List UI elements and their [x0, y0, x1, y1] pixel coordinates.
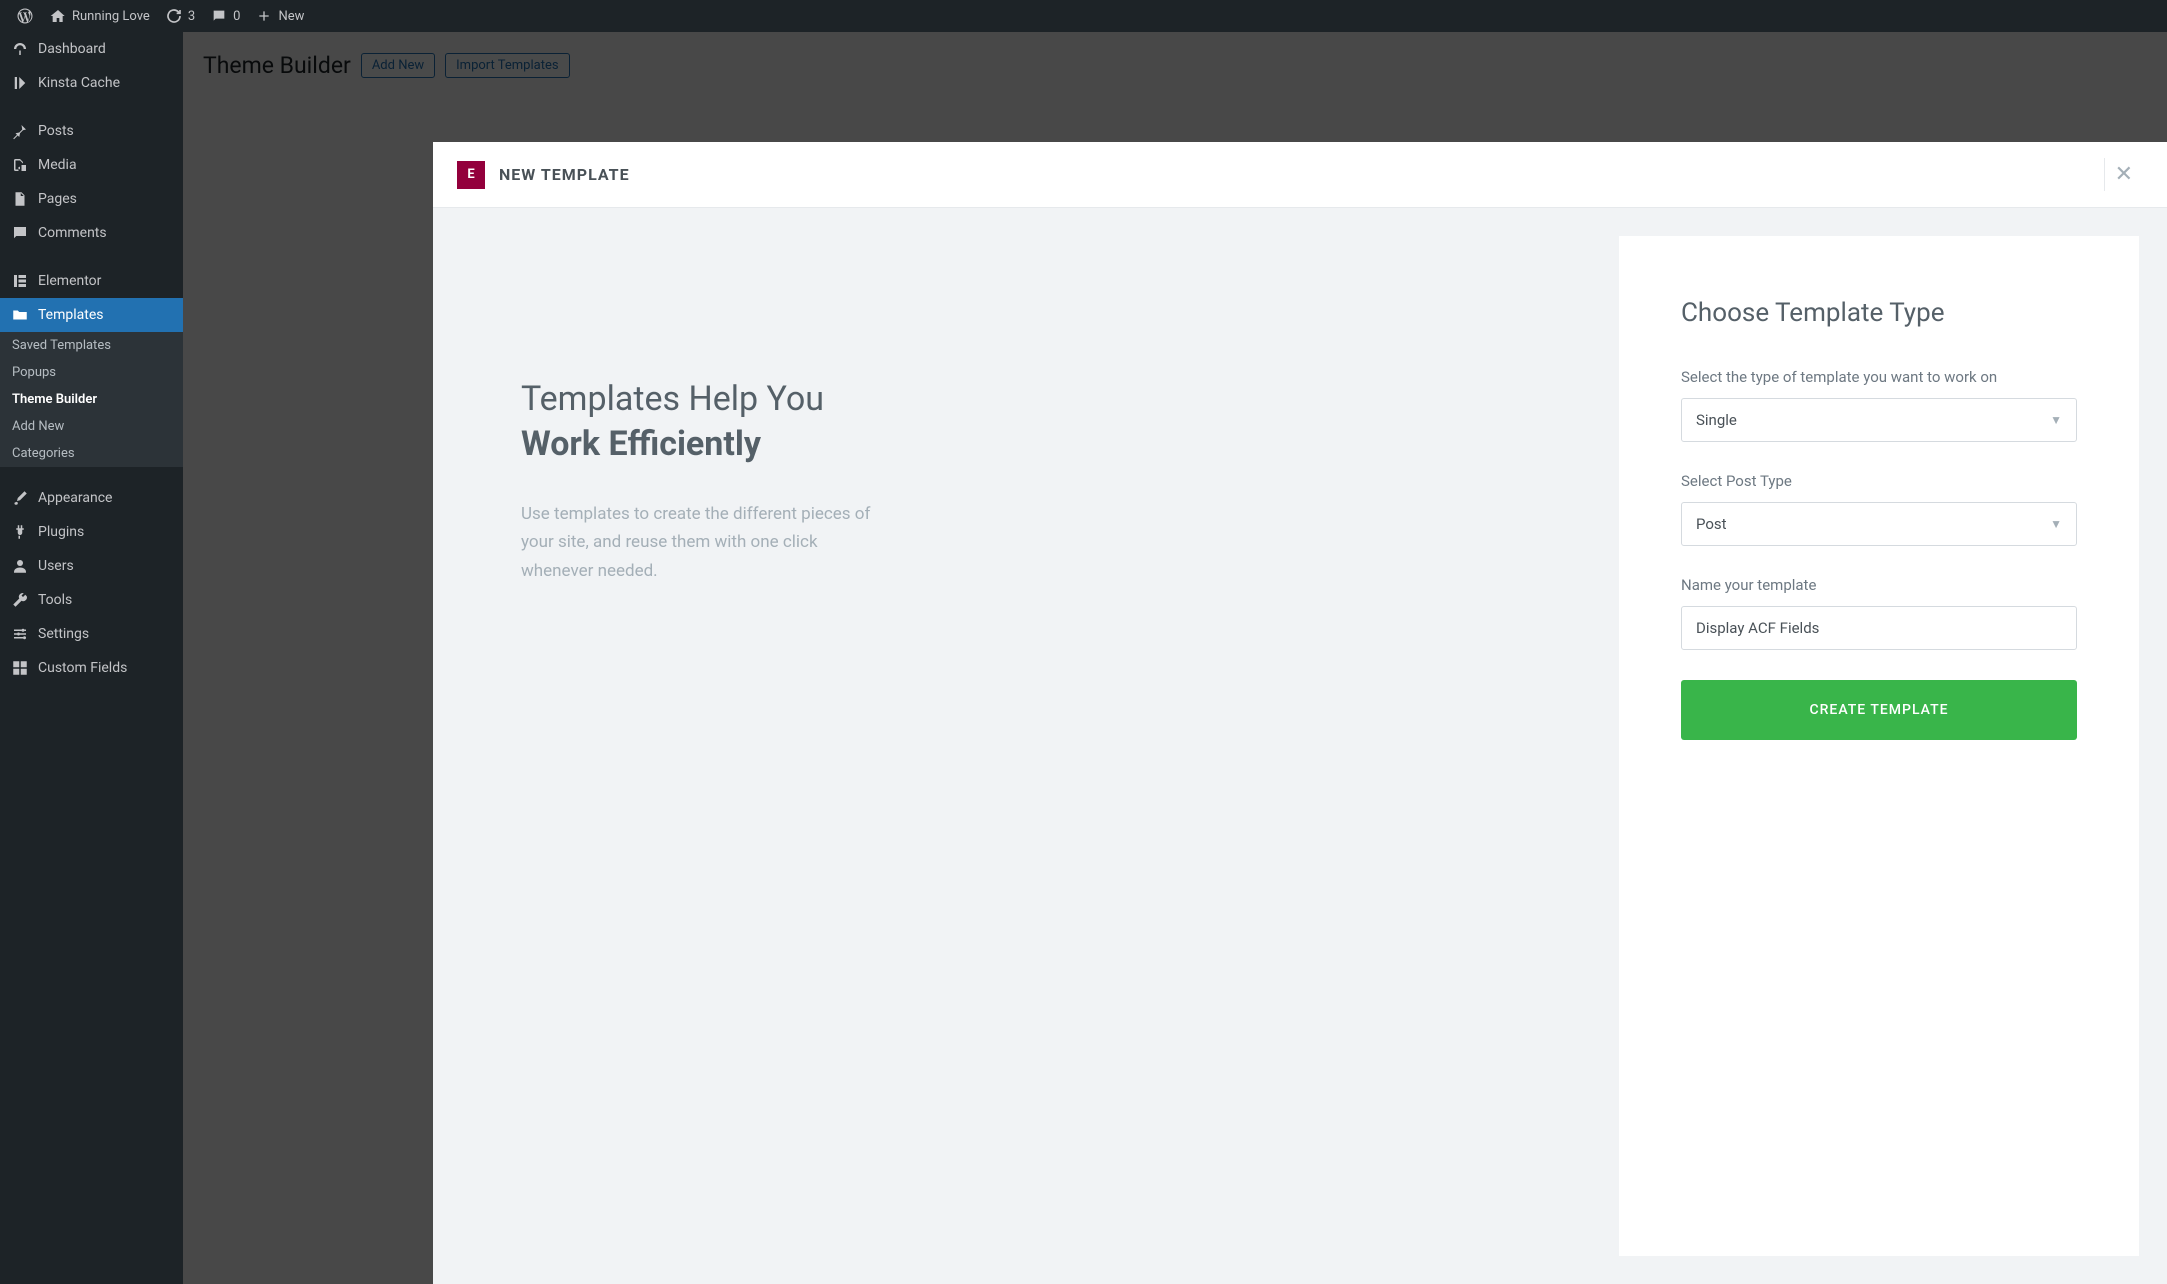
template-type-label: Select the type of template you want to … — [1681, 368, 2077, 386]
sidebar-item-templates[interactable]: Templates — [0, 298, 183, 332]
site-name-label: Running Love — [72, 9, 150, 24]
sidebar-item-appearance[interactable]: Appearance — [0, 481, 183, 515]
post-type-label: Select Post Type — [1681, 472, 2077, 490]
new-label: New — [278, 9, 304, 24]
subitem-add-new[interactable]: Add New — [0, 413, 183, 440]
chevron-down-icon: ▼ — [2050, 517, 2062, 531]
wrench-icon — [10, 591, 30, 609]
sidebar-item-label: Appearance — [38, 490, 112, 506]
site-name-link[interactable]: Running Love — [42, 0, 158, 32]
post-type-select[interactable]: Post ▼ — [1681, 502, 2077, 546]
sliders-icon — [10, 625, 30, 643]
close-button[interactable]: ✕ — [2104, 158, 2143, 191]
modal-title: NEW TEMPLATE — [499, 165, 630, 184]
plug-icon — [10, 523, 30, 541]
plus-icon — [256, 8, 272, 24]
new-template-modal: E NEW TEMPLATE ✕ Templates Help You Work… — [433, 142, 2167, 1284]
sidebar-item-tools[interactable]: Tools — [0, 583, 183, 617]
template-form: Choose Template Type Select the type of … — [1619, 236, 2139, 1256]
sidebar-item-label: Comments — [38, 225, 107, 241]
wordpress-icon — [16, 7, 34, 25]
sidebar-item-label: Templates — [38, 307, 104, 323]
help-title-line2: Work Efficiently — [521, 424, 1519, 464]
sidebar-item-users[interactable]: Users — [0, 549, 183, 583]
sidebar-item-label: Posts — [38, 123, 74, 139]
template-name-label: Name your template — [1681, 576, 2077, 594]
elementor-icon — [10, 272, 30, 290]
sidebar-item-pages[interactable]: Pages — [0, 182, 183, 216]
subitem-popups[interactable]: Popups — [0, 359, 183, 386]
kinsta-icon — [10, 74, 30, 92]
modal-header: E NEW TEMPLATE ✕ — [433, 142, 2167, 208]
modal-help-pane: Templates Help You Work Efficiently Use … — [461, 236, 1579, 1256]
content-area: Theme Builder Add New Import Templates E… — [183, 32, 2167, 1284]
template-name-input[interactable]: Display ACF Fields — [1681, 606, 2077, 650]
help-title-line1: Templates Help You — [521, 376, 1519, 424]
sidebar-item-media[interactable]: Media — [0, 148, 183, 182]
post-type-value: Post — [1696, 515, 1727, 533]
sidebar-item-kinsta[interactable]: Kinsta Cache — [0, 66, 183, 100]
comment-icon — [211, 8, 227, 24]
dashboard-icon — [10, 40, 30, 58]
sidebar-item-label: Pages — [38, 191, 77, 207]
sidebar-item-plugins[interactable]: Plugins — [0, 515, 183, 549]
sidebar-item-label: Plugins — [38, 524, 84, 540]
subitem-categories[interactable]: Categories — [0, 440, 183, 467]
template-type-select[interactable]: Single ▼ — [1681, 398, 2077, 442]
wp-logo[interactable] — [8, 0, 42, 32]
refresh-icon — [166, 8, 182, 24]
sidebar-item-label: Media — [38, 157, 77, 173]
sidebar-item-dashboard[interactable]: Dashboard — [0, 32, 183, 66]
user-icon — [10, 557, 30, 575]
elementor-logo-icon: E — [457, 161, 485, 189]
close-icon: ✕ — [2115, 162, 2133, 187]
subitem-saved-templates[interactable]: Saved Templates — [0, 332, 183, 359]
subitem-theme-builder[interactable]: Theme Builder — [0, 386, 183, 413]
help-description: Use templates to create the different pi… — [521, 500, 871, 587]
form-heading: Choose Template Type — [1681, 298, 2077, 328]
sidebar-item-label: Tools — [38, 592, 72, 608]
sidebar-item-label: Kinsta Cache — [38, 75, 120, 91]
sidebar-item-label: Custom Fields — [38, 660, 127, 676]
sidebar-item-settings[interactable]: Settings — [0, 617, 183, 651]
template-type-value: Single — [1696, 411, 1737, 429]
sidebar-item-posts[interactable]: Posts — [0, 114, 183, 148]
updates-link[interactable]: 3 — [158, 0, 203, 32]
chevron-down-icon: ▼ — [2050, 413, 2062, 427]
sidebar-item-custom-fields[interactable]: Custom Fields — [0, 651, 183, 685]
sidebar-item-label: Settings — [38, 626, 89, 642]
updates-count: 3 — [188, 9, 195, 24]
folder-icon — [10, 306, 30, 324]
sidebar-item-label: Dashboard — [38, 41, 106, 57]
new-content-link[interactable]: New — [248, 0, 312, 32]
create-template-button[interactable]: CREATE TEMPLATE — [1681, 680, 2077, 740]
admin-sidebar: Dashboard Kinsta Cache Posts Media Pages… — [0, 32, 183, 1284]
home-icon — [50, 8, 66, 24]
grid-icon — [10, 659, 30, 677]
sidebar-item-comments[interactable]: Comments — [0, 216, 183, 250]
comments-count: 0 — [233, 9, 240, 24]
media-icon — [10, 156, 30, 174]
sidebar-item-label: Users — [38, 558, 74, 574]
admin-bar: Running Love 3 0 New — [0, 0, 2167, 32]
modal-body: Templates Help You Work Efficiently Use … — [433, 208, 2167, 1284]
brush-icon — [10, 489, 30, 507]
comments-icon — [10, 224, 30, 242]
comments-link[interactable]: 0 — [203, 0, 248, 32]
sidebar-item-label: Elementor — [38, 273, 101, 289]
sidebar-item-elementor[interactable]: Elementor — [0, 264, 183, 298]
pin-icon — [10, 122, 30, 140]
template-name-value: Display ACF Fields — [1696, 619, 1819, 637]
page-icon — [10, 190, 30, 208]
